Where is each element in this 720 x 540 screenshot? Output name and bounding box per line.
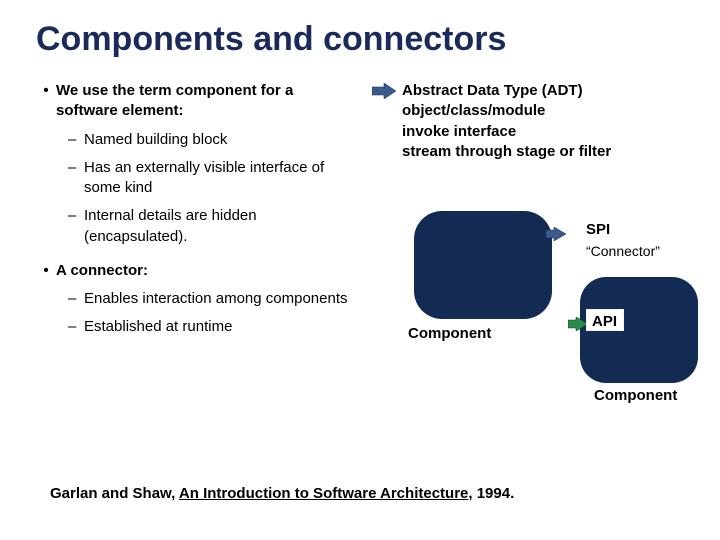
sub-bullet: – Has an externally visible interface of… xyxy=(68,158,356,199)
bullet-text: We use the term component for a software… xyxy=(56,81,356,122)
component-label: Component xyxy=(594,387,677,404)
adt-line: stream through stage or filter xyxy=(402,142,684,162)
adt-line: object/class/module xyxy=(402,101,684,121)
dash-icon: – xyxy=(68,158,84,199)
arrow-right-icon xyxy=(546,227,566,246)
dash-icon: – xyxy=(68,317,84,337)
adt-line: invoke interface xyxy=(402,122,684,142)
sub-bullet-text: Internal details are hidden (encapsulate… xyxy=(84,206,356,247)
citation-title: An Introduction to Software Architecture xyxy=(179,485,468,502)
citation: Garlan and Shaw, An Introduction to Soft… xyxy=(50,485,514,502)
sub-bullet: – Internal details are hidden (encapsula… xyxy=(68,206,356,247)
left-bullets: • We use the term component for a softwa… xyxy=(36,81,356,441)
arrow-right-icon xyxy=(372,81,396,162)
adt-block: Abstract Data Type (ADT) object/class/mo… xyxy=(372,81,684,162)
api-label: API xyxy=(592,313,617,330)
adt-line: Abstract Data Type (ADT) xyxy=(402,81,684,101)
component-shape xyxy=(414,211,552,319)
connector-label: “Connector” xyxy=(586,243,660,259)
bullet-dot-icon: • xyxy=(36,261,56,281)
dash-icon: – xyxy=(68,130,84,150)
bullet-component: • We use the term component for a softwa… xyxy=(36,81,356,122)
sub-bullet: – Established at runtime xyxy=(68,317,356,337)
citation-authors: Garlan and Shaw, xyxy=(50,485,179,502)
content-columns: • We use the term component for a softwa… xyxy=(36,81,684,441)
sub-bullet-text: Enables interaction among components xyxy=(84,289,356,309)
bullet-connector: • A connector: xyxy=(36,261,356,281)
sub-bullet: – Enables interaction among components xyxy=(68,289,356,309)
adt-lines: Abstract Data Type (ADT) object/class/mo… xyxy=(402,81,684,162)
slide-title: Components and connectors xyxy=(36,20,684,59)
dash-icon: – xyxy=(68,206,84,247)
dash-icon: – xyxy=(68,289,84,309)
bullet-strong: component xyxy=(176,82,257,99)
bullet-lead: We use the term xyxy=(56,82,176,99)
bullet-dot-icon: • xyxy=(36,81,56,122)
sub-bullet-text: Has an externally visible interface of s… xyxy=(84,158,356,199)
component-label: Component xyxy=(406,325,493,342)
sub-bullet-text: Named building block xyxy=(84,130,356,150)
bullet-text: A connector: xyxy=(56,261,356,281)
citation-year: , 1994. xyxy=(468,485,514,502)
sub-bullet-text: Established at runtime xyxy=(84,317,356,337)
sub-bullet: – Named building block xyxy=(68,130,356,150)
arrow-right-icon xyxy=(568,317,588,336)
right-diagram: Abstract Data Type (ADT) object/class/mo… xyxy=(368,81,684,441)
spi-label: SPI xyxy=(586,221,610,238)
